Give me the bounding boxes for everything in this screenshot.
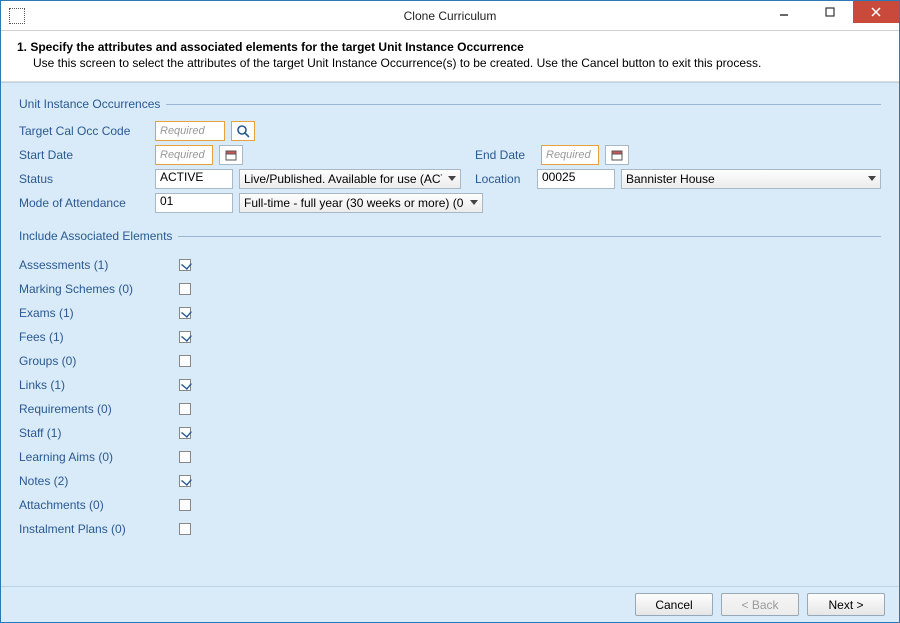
form-area: Unit Instance Occurrences Target Cal Occ… <box>1 82 899 586</box>
location-combo[interactable]: Bannister House <box>621 169 881 189</box>
element-label: Marking Schemes (0) <box>19 282 179 296</box>
element-label: Assessments (1) <box>19 258 179 272</box>
element-row: Exams (1) <box>19 301 881 325</box>
element-checkbox[interactable] <box>179 283 191 295</box>
element-checkbox[interactable] <box>179 307 191 319</box>
element-label: Exams (1) <box>19 306 179 320</box>
start-date-picker[interactable] <box>219 145 243 165</box>
label-end-date: End Date <box>475 148 535 162</box>
element-label: Requirements (0) <box>19 402 179 416</box>
element-label: Links (1) <box>19 378 179 392</box>
back-button: < Back <box>721 593 799 616</box>
location-combo-text: Bannister House <box>626 172 715 186</box>
dialog-window: Clone Curriculum 1. Specify the attribut… <box>0 0 900 623</box>
row-dates: Start Date Required End Date Required <box>19 145 881 165</box>
start-date-input[interactable]: Required <box>155 145 213 165</box>
row-status-location: Status ACTIVE Live/Published. Available … <box>19 169 881 189</box>
elements-list: Assessments (1) Marking Schemes (0) Exams … <box>19 253 881 541</box>
element-checkbox[interactable] <box>179 355 191 367</box>
element-label: Attachments (0) <box>19 498 179 512</box>
maximize-button[interactable] <box>807 1 853 23</box>
cancel-button[interactable]: Cancel <box>635 593 713 616</box>
section-include: Include Associated Elements <box>19 229 881 243</box>
element-row: Staff (1) <box>19 421 881 445</box>
element-label: Notes (2) <box>19 474 179 488</box>
mode-combo[interactable]: Full-time - full year (30 weeks or more)… <box>239 193 483 213</box>
element-checkbox[interactable] <box>179 451 191 463</box>
label-status: Status <box>19 172 149 186</box>
window-buttons <box>761 1 899 23</box>
chevron-down-icon <box>470 199 478 207</box>
calendar-icon <box>225 149 237 161</box>
element-row: Groups (0) <box>19 349 881 373</box>
label-location: Location <box>475 172 531 186</box>
label-target-cal-occ-code: Target Cal Occ Code <box>19 124 149 138</box>
search-icon <box>236 124 250 138</box>
instruction-panel: 1. Specify the attributes and associated… <box>1 31 899 82</box>
target-cal-occ-code-lookup[interactable] <box>231 121 255 141</box>
label-start-date: Start Date <box>19 148 149 162</box>
maximize-icon <box>825 7 835 17</box>
row-target-cal-occ-code: Target Cal Occ Code Required <box>19 121 881 141</box>
label-mode: Mode of Attendance <box>19 196 149 210</box>
element-row: Notes (2) <box>19 469 881 493</box>
element-checkbox[interactable] <box>179 403 191 415</box>
system-icon <box>9 8 25 24</box>
element-checkbox[interactable] <box>179 331 191 343</box>
element-checkbox[interactable] <box>179 499 191 511</box>
element-label: Instalment Plans (0) <box>19 522 179 536</box>
end-date-picker[interactable] <box>605 145 629 165</box>
element-row: Links (1) <box>19 373 881 397</box>
element-checkbox[interactable] <box>179 379 191 391</box>
element-row: Assessments (1) <box>19 253 881 277</box>
chevron-down-icon <box>868 175 876 183</box>
element-checkbox[interactable] <box>179 259 191 271</box>
divider <box>178 236 881 237</box>
status-input[interactable]: ACTIVE <box>155 169 233 189</box>
element-checkbox[interactable] <box>179 475 191 487</box>
element-checkbox[interactable] <box>179 523 191 535</box>
element-row: Requirements (0) <box>19 397 881 421</box>
minimize-icon <box>779 7 789 17</box>
end-date-input[interactable]: Required <box>541 145 599 165</box>
divider <box>166 104 881 105</box>
element-row: Attachments (0) <box>19 493 881 517</box>
element-row: Learning Aims (0) <box>19 445 881 469</box>
titlebar: Clone Curriculum <box>1 1 899 31</box>
close-icon <box>871 7 881 17</box>
chevron-down-icon <box>448 175 456 183</box>
mode-input[interactable]: 01 <box>155 193 233 213</box>
status-combo[interactable]: Live/Published. Available for use (ACTIV… <box>239 169 461 189</box>
location-input[interactable]: 00025 <box>537 169 615 189</box>
instruction-title: 1. Specify the attributes and associated… <box>17 39 883 55</box>
minimize-button[interactable] <box>761 1 807 23</box>
row-mode: Mode of Attendance 01 Full-time - full y… <box>19 193 881 213</box>
element-label: Groups (0) <box>19 354 179 368</box>
next-button[interactable]: Next > <box>807 593 885 616</box>
element-row: Marking Schemes (0) <box>19 277 881 301</box>
section-uio: Unit Instance Occurrences <box>19 97 881 111</box>
element-label: Staff (1) <box>19 426 179 440</box>
element-row: Instalment Plans (0) <box>19 517 881 541</box>
mode-combo-text: Full-time - full year (30 weeks or more)… <box>244 196 464 210</box>
element-label: Fees (1) <box>19 330 179 344</box>
element-checkbox[interactable] <box>179 427 191 439</box>
section-uio-label: Unit Instance Occurrences <box>19 97 160 111</box>
instruction-body: Use this screen to select the attributes… <box>33 55 883 71</box>
close-button[interactable] <box>853 1 899 23</box>
status-combo-text: Live/Published. Available for use (ACTIV… <box>244 172 442 186</box>
element-label: Learning Aims (0) <box>19 450 179 464</box>
section-include-label: Include Associated Elements <box>19 229 172 243</box>
footer: Cancel < Back Next > <box>1 586 899 622</box>
calendar-icon <box>611 149 623 161</box>
target-cal-occ-code-input[interactable]: Required <box>155 121 225 141</box>
element-row: Fees (1) <box>19 325 881 349</box>
